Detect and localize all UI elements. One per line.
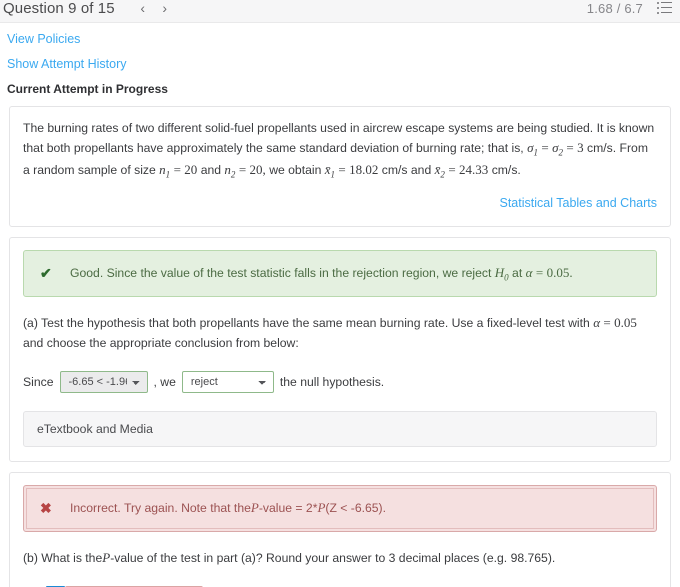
n1-value: 20 [184, 162, 198, 178]
prev-question-button[interactable]: ‹ [132, 1, 154, 15]
part-a-alpha-value: 0.05 [614, 315, 637, 331]
error-message-pre: Incorrect. Try again. Note that the [70, 501, 251, 516]
view-policies-link[interactable]: View Policies [7, 32, 80, 46]
null-hypothesis-label: the null hypothesis. [279, 374, 385, 389]
part-b-question-pre: (b) What is the [23, 550, 103, 565]
question-header-bar: Question 9 of 15 ‹ › 1.68 / 6.7 [0, 0, 680, 23]
error-alert-message: Incorrect. Try again. Note that theP-val… [70, 500, 640, 516]
current-attempt-label: Current Attempt in Progress [7, 82, 168, 96]
show-attempt-history-link[interactable]: Show Attempt History [7, 57, 127, 71]
alpha-symbol: α [525, 264, 533, 280]
xbar1-value: 18.02 [349, 162, 379, 178]
check-icon: ✔ [40, 265, 52, 282]
part-b-p-symbol: P [102, 549, 111, 565]
n2-value: 20, [249, 162, 266, 178]
xbar2-value: 24.33 [459, 162, 489, 178]
part-a-alpha-symbol: α [593, 315, 601, 331]
error-message-mid: -value = 2* [258, 501, 318, 516]
show-attempt-history-row: Show Attempt History [0, 48, 680, 73]
score-display: 1.68 / 6.7 [586, 0, 643, 16]
problem-text-units2: cm/s and [381, 163, 432, 178]
error-p-symbol: P [250, 500, 259, 516]
part-b-question-post: -value of the test in part (a)? Round yo… [110, 550, 556, 565]
question-content: View Policies Show Attempt History Curre… [0, 23, 680, 587]
h-null: H0 [494, 264, 509, 283]
question-nav: ‹ › [132, 1, 176, 15]
problem-statement-card: The burning rates of two different solid… [9, 106, 671, 227]
n-1: n1 [159, 162, 171, 180]
question-list-icon[interactable] [657, 2, 672, 14]
part-b-card: ✖ Incorrect. Try again. Note that theP-v… [9, 471, 671, 587]
success-alpha-value: 0.05. [546, 264, 573, 280]
page-title: Question 9 of 15 [3, 0, 115, 17]
sigma-value: 3 [577, 140, 584, 156]
since-label: Since [23, 374, 54, 389]
success-alert-message: Good. Since the value of the test statis… [70, 265, 640, 283]
part-a-card: ✔ Good. Since the value of the test stat… [9, 236, 671, 462]
header-right-group: 1.68 / 6.7 [587, 1, 680, 16]
part-a-answer-row: Since -6.65 < -1.96 , we reject the null… [23, 370, 657, 393]
equals-2: = [566, 140, 574, 156]
success-message-pre: Good. Since the value of the test statis… [70, 265, 492, 280]
xbar-1: x̄1 [324, 162, 336, 180]
problem-text-and: and [200, 163, 222, 178]
problem-text-weobtain: we obtain [269, 163, 322, 178]
etextbook-and-media-a[interactable]: eTextbook and Media [23, 410, 657, 447]
sigma-1: σ1 [527, 140, 538, 158]
success-alert: ✔ Good. Since the value of the test stat… [23, 249, 657, 298]
n-2: n2 [224, 162, 236, 180]
part-a-question-text: (a) Test the hypothesis that both propel… [23, 313, 657, 353]
problem-statement-text: The burning rates of two different solid… [23, 119, 657, 182]
success-at: at [512, 265, 523, 280]
statistical-tables-row: Statistical Tables and Charts [23, 194, 658, 212]
error-message-post: (Z < -6.65). [325, 501, 387, 516]
part-b-question-text: (b) What is theP-value of the test in pa… [23, 548, 657, 569]
equals-1: = [541, 140, 549, 156]
problem-text-units3: cm/s. [491, 163, 521, 178]
x-icon: ✖ [40, 499, 52, 516]
statistical-tables-link[interactable]: Statistical Tables and Charts [500, 196, 658, 210]
part-a-question-pre: (a) Test the hypothesis that both propel… [23, 316, 590, 331]
error-alert: ✖ Incorrect. Try again. Note that theP-v… [23, 484, 657, 532]
equals-4: = [238, 162, 247, 178]
decision-dropdown[interactable]: reject [181, 370, 274, 393]
part-a-equals: = [603, 315, 611, 331]
comparison-dropdown[interactable]: -6.65 < -1.96 [59, 370, 148, 393]
equals-6: = [448, 162, 456, 178]
view-policies-row: View Policies [0, 23, 680, 48]
we-label: , we [153, 374, 176, 389]
next-question-button[interactable]: › [154, 1, 176, 15]
xbar-2: x̄2 [434, 162, 445, 180]
sigma-2: σ2 [552, 140, 564, 158]
part-a-question-post: and choose the appropriate conclusion fr… [23, 336, 299, 351]
success-equals: = [535, 264, 544, 280]
equals-3: = [173, 162, 181, 178]
equals-5: = [338, 162, 346, 178]
